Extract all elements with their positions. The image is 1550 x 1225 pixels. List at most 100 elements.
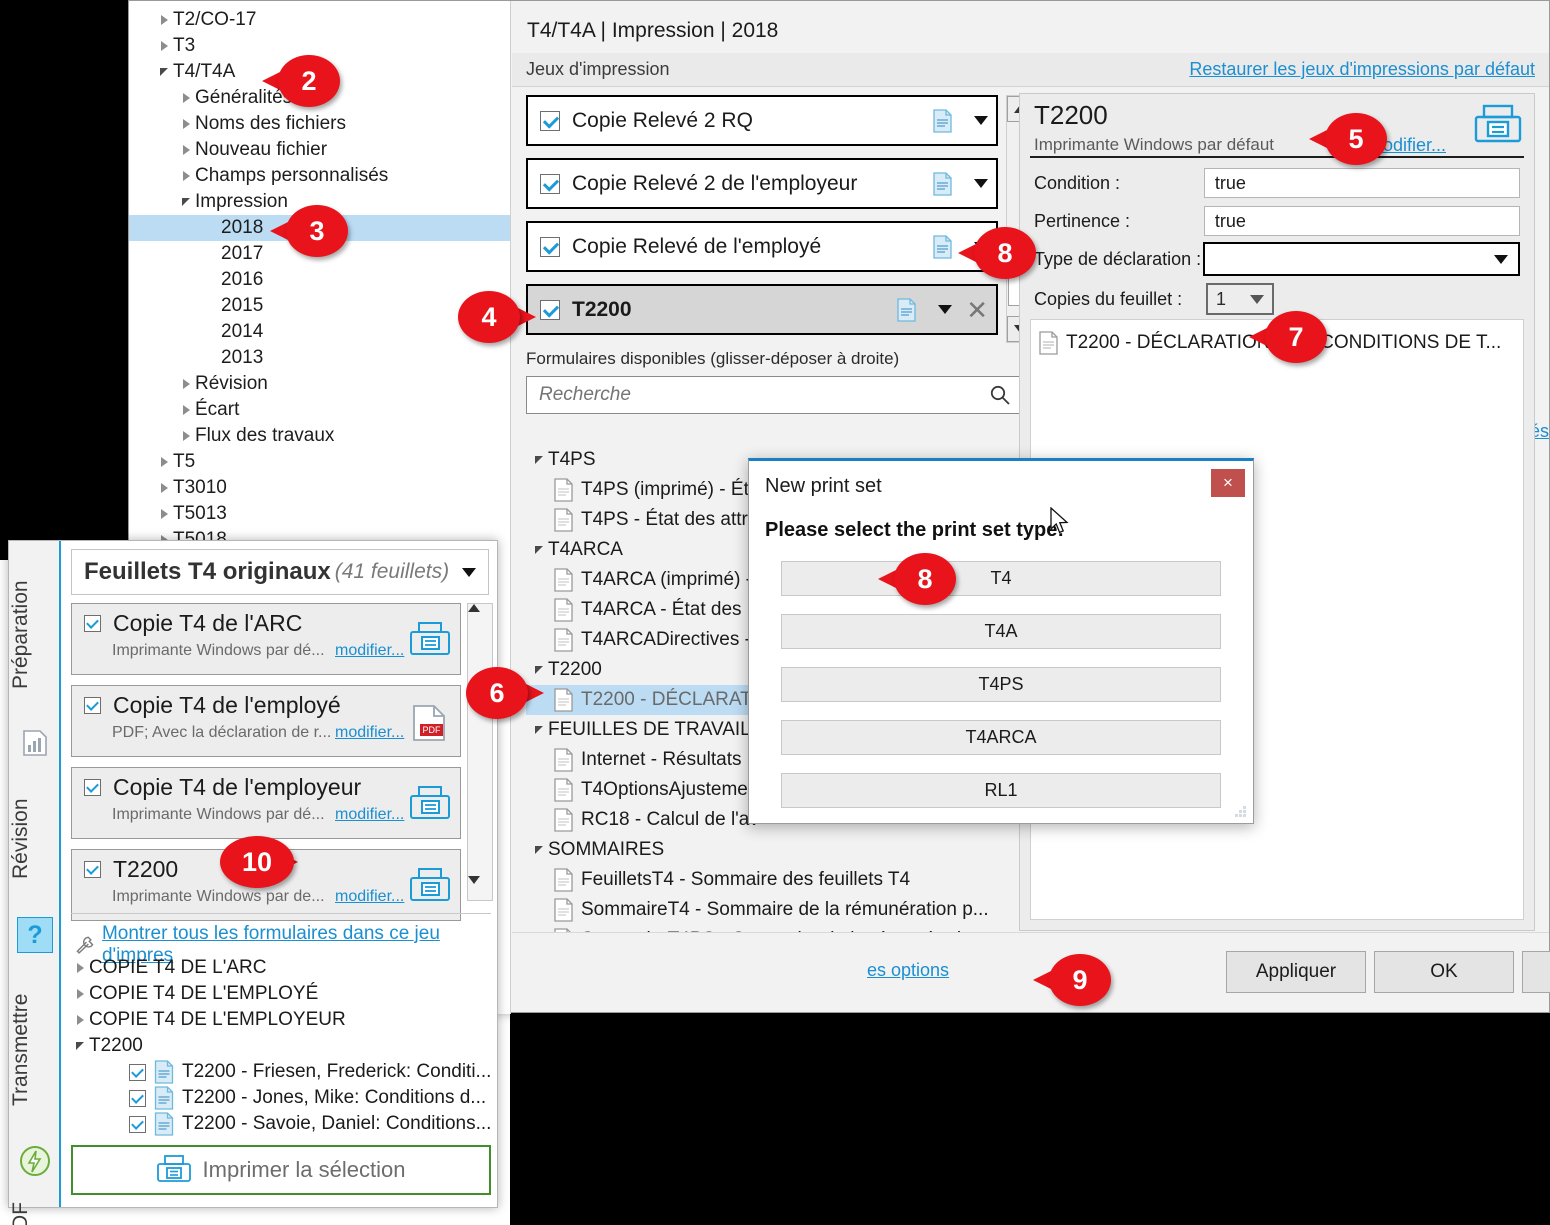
form-item-row[interactable]: FeuilletsT4 - Sommaire des feuillets T4 [526,865,1026,895]
declaration-type-select[interactable] [1203,242,1520,276]
form-search-box[interactable] [526,376,1022,414]
document-icon [554,898,573,922]
form-group-row[interactable]: SOMMAIRES [526,835,1026,865]
scroll-up-button[interactable] [468,604,492,628]
print-selection-button[interactable]: Imprimer la sélection [71,1145,491,1195]
checkbox[interactable] [84,615,101,632]
tab-revision[interactable]: Révision [9,769,61,909]
tree-group-row[interactable]: COPIE T4 DE L'ARC [71,955,491,981]
chevron-down-icon[interactable] [974,179,988,188]
sidebar-item-t5[interactable]: T5 [129,449,510,475]
checkbox[interactable] [84,779,101,796]
tree-group-row[interactable]: T2200 [71,1033,491,1059]
checkbox[interactable] [129,1063,146,1081]
sidebar-item-nouveau-fichier[interactable]: Nouveau fichier [129,137,510,163]
form-label: FeuilletsT4 - Sommaire des feuillets T4 [581,869,911,890]
card-modify-link[interactable]: modifier... [335,888,404,906]
checkbox[interactable] [84,697,101,714]
pertinence-input[interactable]: true [1203,206,1520,236]
print-set-selector[interactable]: Feuillets T4 originaux (41 feuillets) [71,549,489,595]
sidebar-item-label: Révision [195,373,268,394]
chevron-down-icon[interactable] [462,567,476,577]
chevron-down-icon[interactable] [938,305,953,314]
callout-2: 2 [262,55,340,107]
tree-item-row[interactable]: T2200 - Friesen, Frederick: Conditi... [71,1059,491,1085]
tab-transmettre[interactable]: Transmettre [9,965,61,1135]
remove-print-set-button[interactable]: ✕ [966,297,988,323]
print-set-form-tree[interactable]: COPIE T4 DE L'ARC COPIE T4 DE L'EMPLOYÉ CO… [71,955,491,1137]
form-item-row[interactable]: SommaireT4 - Sommaire de la rémunération… [526,895,1026,925]
sidebar-item-2013[interactable]: 2013 [129,345,510,371]
checkbox[interactable] [84,861,101,878]
print-set-list[interactable]: Copie Relevé 2 RQ Copie Relevé 2 de l'emp… [526,95,998,347]
scroll-down-button[interactable] [468,876,492,900]
print-set-item[interactable]: T2200 ✕ [526,284,998,335]
print-selection-label: Imprimer la sélection [202,1157,406,1182]
side-panel-scrollbar[interactable] [467,603,493,901]
sidebar-item-t3010[interactable]: T3010 [129,475,510,501]
card-modify-link[interactable]: modifier... [335,806,404,824]
tab-pdf[interactable]: PDF [9,1187,61,1225]
print-set-type-t4ps-button[interactable]: T4PS [781,667,1221,702]
restore-default-print-sets-link[interactable]: Restaurer les jeux d'impressions par déf… [1189,59,1535,80]
chevron-down-icon [535,456,543,464]
resize-grip-icon[interactable] [1233,804,1247,818]
chevron-down-icon[interactable] [974,116,988,125]
sidebar-item-t5013[interactable]: T5013 [129,501,510,527]
print-copy-card[interactable]: Copie T4 de l'employé PDF; Avec la déclar… [71,685,461,757]
print-set-item[interactable]: Copie Relevé de l'employé [526,221,998,272]
tree-group-row[interactable]: COPIE T4 DE L'EMPLOYEUR [71,1007,491,1033]
document-icon [154,1086,174,1110]
form-label: T4OptionsAjustemen [581,779,759,800]
tab-preparation[interactable]: Préparation [9,551,61,719]
sidebar-item--cart[interactable]: Écart [129,397,510,423]
tree-item-row[interactable]: T2200 - Savoie, Daniel: Conditions... [71,1111,491,1137]
checkbox[interactable] [540,173,560,194]
print-copy-card[interactable]: Copie T4 de l'ARC Imprimante Windows par … [71,603,461,675]
card-modify-link[interactable]: modifier... [335,642,404,660]
close-icon[interactable]: × [1211,469,1245,497]
print-set-type-t4a-button[interactable]: T4A [781,614,1221,649]
condition-input[interactable]: true [1203,168,1520,198]
sidebar-item-label: 2013 [221,347,264,368]
callout-5: 5 [1309,113,1387,165]
checkbox[interactable] [129,1089,146,1107]
search-input[interactable] [537,383,989,407]
sidebar-item-2016[interactable]: 2016 [129,267,510,293]
tree-item-row[interactable]: T2200 - Jones, Mike: Conditions d... [71,1085,491,1111]
sidebar-item-t2-co-17[interactable]: T2/CO-17 [129,7,510,33]
checkbox[interactable] [540,236,560,257]
printer-icon [410,786,450,819]
vertical-tab-strip[interactable]: Préparation Révision ? Transmettre PDF P… [9,541,61,1225]
print-set-type-t4-button[interactable]: T4 [781,561,1221,596]
apply-button[interactable]: Appliquer [1226,951,1366,993]
twisty-icon [177,145,195,155]
form-label: T4PS (imprimé) - État [581,479,765,500]
sidebar-item-2014[interactable]: 2014 [129,319,510,345]
print-copy-card[interactable]: Copie T4 de l'employeur Imprimante Window… [71,767,461,839]
sidebar-item-r-vision[interactable]: Révision [129,371,510,397]
sidebar-item-flux-des-travaux[interactable]: Flux des travaux [129,423,510,449]
sidebar-item-2015[interactable]: 2015 [129,293,510,319]
checkbox[interactable] [540,299,560,320]
print-set-label: T2200 [572,297,632,321]
properties-subtitle: Imprimante Windows par défaut [1034,135,1274,154]
tree-group-row[interactable]: COPIE T4 DE L'EMPLOYÉ [71,981,491,1007]
ok-button[interactable]: OK [1374,951,1514,993]
sidebar-item-noms-des-fichiers[interactable]: Noms des fichiers [129,111,510,137]
tree-label: T2200 [89,1035,143,1056]
card-modify-link[interactable]: modifier... [335,724,404,742]
print-set-type-t4arca-button[interactable]: T4ARCA [781,720,1221,755]
checkbox[interactable] [540,110,560,131]
print-sets-subbar: Jeux d'impression Restaurer les jeux d'i… [512,53,1549,87]
callout-number: 9 [1049,954,1111,1006]
cancel-button[interactable]: Annuler [1522,951,1550,993]
checkbox[interactable] [129,1115,146,1133]
help-icon[interactable]: ? [17,917,53,953]
print-set-item[interactable]: Copie Relevé 2 de l'employeur [526,158,998,209]
form-label: T4ARCA [548,539,623,560]
options-link[interactable]: es options [867,960,949,981]
print-set-type-rl1-button[interactable]: RL1 [781,773,1221,808]
print-set-item[interactable]: Copie Relevé 2 RQ [526,95,998,146]
sidebar-item-champs-personnalis-s[interactable]: Champs personnalisés [129,163,510,189]
